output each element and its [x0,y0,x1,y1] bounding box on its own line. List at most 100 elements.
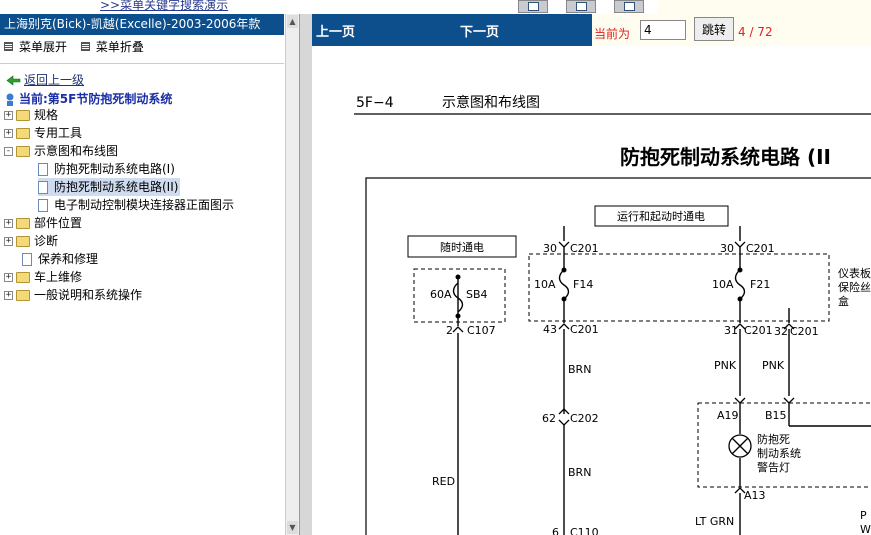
fuse-block-label-3: 盒 [838,294,849,308]
current-page-label: 当前为 [594,27,631,41]
c201b-conn: C201 [790,325,819,338]
document-icon [38,199,48,212]
folder-icon [16,218,30,229]
back-arrow-icon [6,75,21,86]
folder-icon [16,236,30,247]
expand-plus-icon[interactable]: + [4,111,13,120]
tree-item-label: 保养和修理 [38,252,99,266]
f14-fuse-symbol [558,269,570,300]
tree-item-label: 专用工具 [34,126,83,140]
pin-a13: A13 [744,489,766,502]
next-page-button[interactable]: 下一页 [460,21,499,40]
f21-out-conn: C201 [744,324,773,337]
folder-icon [16,290,30,301]
expand-plus-icon[interactable]: + [4,237,13,246]
tree-item-label: 防抱死制动系统电路(II) [54,180,179,194]
expand-plus-icon[interactable]: + [4,273,13,282]
edge-label-p: P [860,509,867,522]
folder-icon [16,128,30,139]
f21-label: F21 [750,278,770,291]
tree-item-tools[interactable]: + 专用工具 [4,124,82,142]
connector-symbol [783,397,795,404]
terminal-dot [455,274,461,280]
page-icon [576,2,587,11]
c201b-pin: 32 [774,325,788,338]
f21-rating: 10A [712,278,734,291]
page-icon [528,2,539,11]
expand-plus-icon[interactable]: + [4,129,13,138]
pin-b15: B15 [765,409,787,422]
c202-label: C202 [570,412,599,425]
document-view: 5F−4 示意图和布线图 防抱死制动系统电路 (II 运行和起动时通电 随时通电… [312,46,871,535]
tree-item-label: 电子制动控制模块连接器正面图示 [54,198,235,212]
c110-label: C110 [570,526,599,535]
menu-controls: 菜单展开 菜单折叠 [4,38,144,55]
menu-collapse-button[interactable]: 菜单折叠 [96,40,144,54]
tree-item-label: 一般说明和系统操作 [34,288,143,302]
wire-brn-label-2: BRN [568,466,591,479]
scroll-down-icon[interactable]: ▼ [287,521,298,534]
f21-fuse-symbol [734,269,746,300]
toolbar-button-3[interactable] [614,0,644,13]
lamp-label-3: 警告灯 [757,460,790,474]
sb4-rating: 60A [430,288,452,301]
f14-in-pin: 30 [543,242,557,255]
tree-item-on-vehicle-service[interactable]: + 车上维修 [4,268,82,286]
tree-item-maintenance[interactable]: 保养和修理 [22,250,98,268]
expand-plus-icon[interactable]: + [4,291,13,300]
go-button[interactable]: 跳转 [694,17,734,41]
edge-label-w: W [860,523,871,535]
tree-item-general-description[interactable]: + 一般说明和系统操作 [4,286,142,304]
tree-item-diagnosis[interactable]: + 诊断 [4,232,58,250]
book-title: 上海别克(Bick)-凯越(Excelle)-2003-2006年款 [0,14,284,35]
tree-item-diagrams[interactable]: - 示意图和布线图 [4,142,118,160]
c110-pin: 6 [552,526,559,535]
panel-splitter[interactable] [300,14,312,535]
page-count: 4 / 72 [738,25,773,39]
back-label: 返回上一级 [24,73,85,87]
connector-symbol [734,241,746,248]
folder-icon [16,110,30,121]
tree-item-label: 车上维修 [34,270,83,284]
tree-item-abs-circuit-2[interactable]: 防抱死制动系统电路(II) [38,178,181,196]
f14-in-conn: C201 [570,242,599,255]
divider [0,63,284,64]
page-jump-area: 当前为 跳转 4 / 72 [592,14,871,46]
top-yellow-strip [658,0,871,14]
scroll-up-icon[interactable]: ▲ [287,15,298,28]
f14-rating: 10A [534,278,556,291]
expand-plus-icon[interactable]: + [4,219,13,228]
tree-item-ebcm-connector[interactable]: 电子制动控制模块连接器正面图示 [38,196,234,214]
tree-item-label: 防抱死制动系统电路(I) [54,162,175,176]
collapse-icon [80,42,90,51]
menu-expand-button[interactable]: 菜单展开 [19,40,67,54]
back-link[interactable]: 返回上一级 [6,71,84,88]
hot-at-all-times-label: 随时通电 [440,240,484,254]
c202-pin: 62 [542,412,556,425]
info-icon [6,93,14,106]
tree-item-abs-circuit-1[interactable]: 防抱死制动系统电路(I) [38,160,175,178]
sidebar-scrollbar[interactable]: ▲ ▼ [285,14,299,535]
sidebar: 上海别克(Bick)-凯越(Excelle)-2003-2006年款 菜单展开 … [0,14,300,535]
connector-symbol [558,241,570,248]
f21-out-pin: 31 [724,324,738,337]
c107-label: C107 [467,324,496,337]
tree-item-specs[interactable]: + 规格 [4,106,58,124]
page-number-input[interactable] [640,20,686,40]
f21-in-pin: 30 [720,242,734,255]
toolbar-button-1[interactable] [518,0,548,13]
section-number: 5F−4 [356,95,394,111]
lamp-label-2: 制动系统 [757,447,801,460]
wire-pnk-label-1: PNK [714,359,737,372]
toolbar-button-2[interactable] [566,0,596,13]
document-icon [38,181,48,194]
prev-page-button[interactable]: 上一页 [316,21,355,40]
current-section-label: 当前:第5F节防抱死制动系统 [19,92,173,106]
keyword-search-demo-link[interactable]: >>菜单关键字搜索演示 [100,0,228,13]
tree-item-label: 部件位置 [34,216,83,230]
tree-item-component-locations[interactable]: + 部件位置 [4,214,82,232]
expand-icon [4,42,13,51]
top-strip: >>菜单关键字搜索演示 [0,0,871,14]
collapse-minus-icon[interactable]: - [4,147,13,156]
diagram-title: 防抱死制动系统电路 (II [620,145,831,169]
